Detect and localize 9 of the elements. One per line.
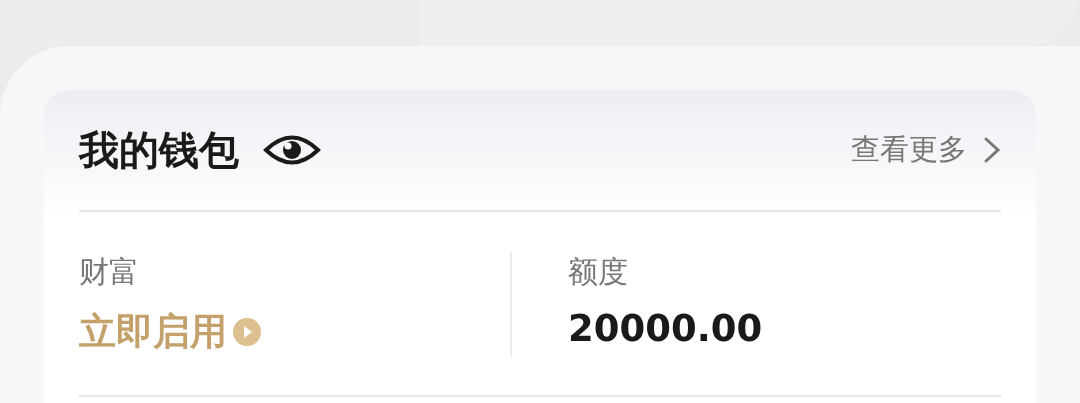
wallet-title: 我的钱包 [79,125,239,175]
field-label: 额度 [568,253,629,291]
enable-link[interactable]: 立即启用 [79,307,510,357]
eye-icon[interactable] [263,133,321,167]
play-icon [233,318,261,346]
amount-value: 20000.00 [568,307,763,350]
chevron-right-icon [983,136,1001,164]
field-label: 财富 [79,253,140,291]
view-more-link[interactable]: 查看更多 [851,130,1001,170]
